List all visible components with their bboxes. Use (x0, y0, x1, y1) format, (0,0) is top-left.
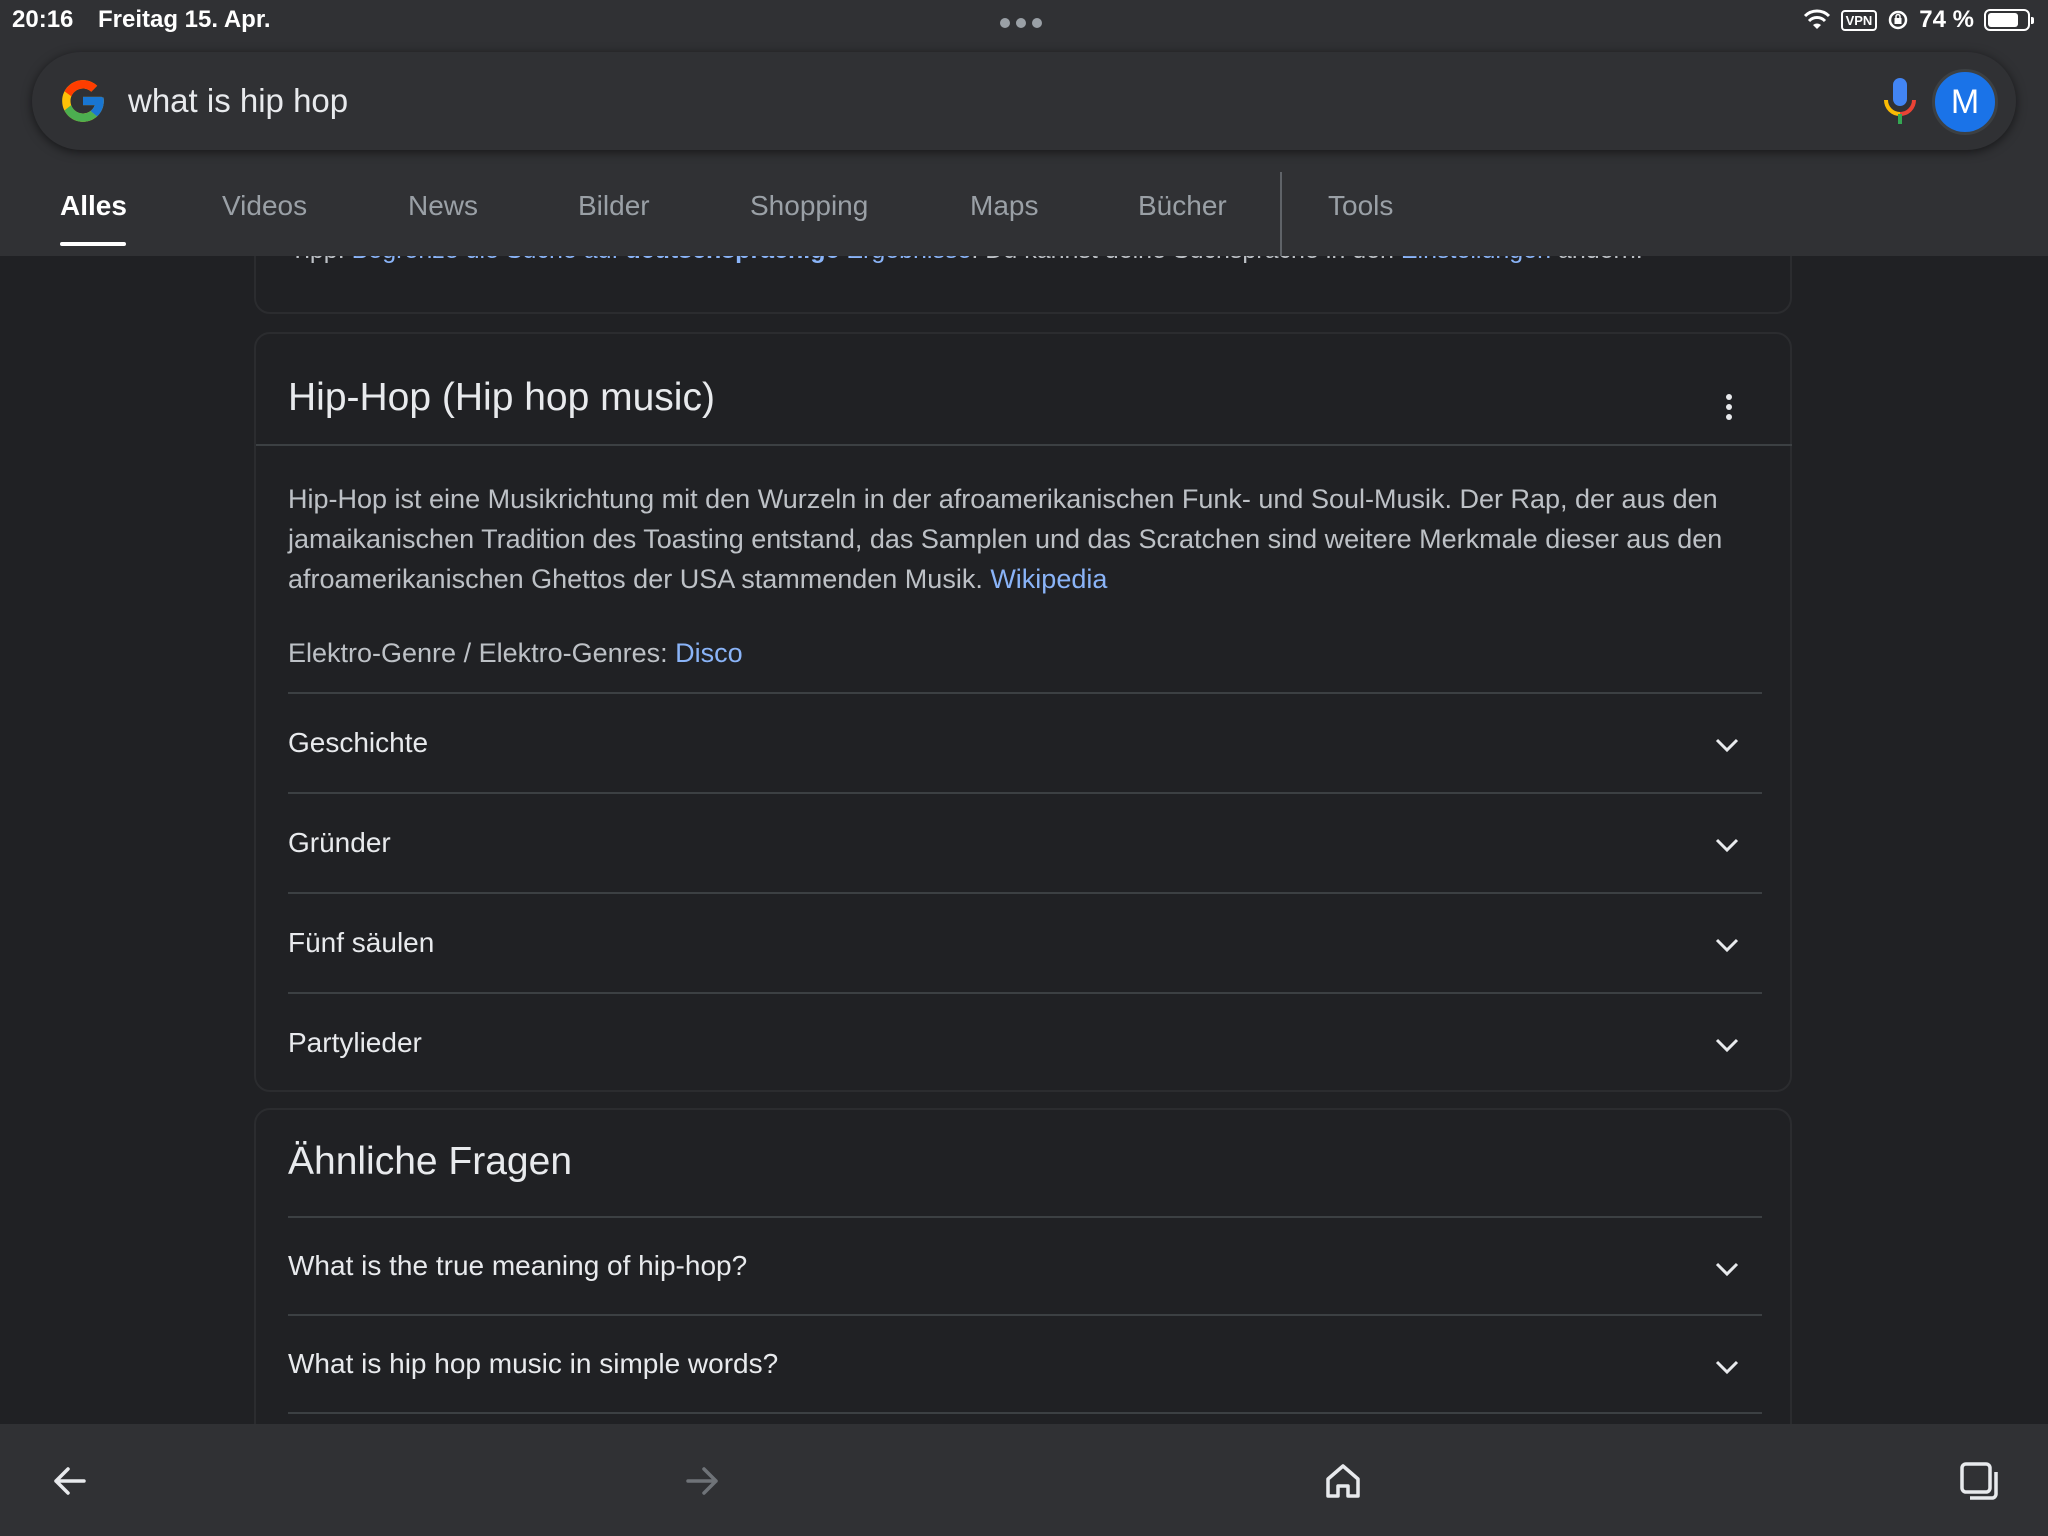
related-question-item[interactable]: What is the true meaning of hip-hop? (288, 1216, 1762, 1314)
tab-maps[interactable]: Maps (970, 190, 1038, 222)
status-time: 20:16 (12, 6, 74, 33)
section-label: Geschichte (288, 727, 429, 758)
related-question-item-partial[interactable] (288, 1412, 1762, 1424)
related-questions-title: Ähnliche Fragen (288, 1140, 573, 1183)
status-date: Freitag 15. Apr. (98, 6, 271, 33)
active-tab-indicator (60, 242, 126, 246)
section-label: Gründer (288, 827, 391, 858)
chevron-down-icon (1715, 1262, 1739, 1277)
chevron-down-icon (1715, 1038, 1739, 1053)
restrict-language-link[interactable]: Begrenze die Suche auf deutschsprachige … (352, 256, 972, 264)
section-fuenf-saeulen[interactable]: Fünf säulen (288, 892, 1762, 992)
search-tabs: Alles Videos News Bilder Shopping Maps B… (0, 172, 2048, 258)
question-label: What is the true meaning of hip-hop? (288, 1250, 748, 1281)
vpn-badge: VPN (1840, 9, 1878, 31)
tab-divider (1280, 172, 1282, 258)
tab-news[interactable]: News (408, 190, 478, 222)
microphone-icon[interactable] (1872, 72, 1928, 132)
language-tip: Tipp: Begrenze die Suche auf deutschspra… (290, 256, 1643, 265)
forward-arrow-icon[interactable] (682, 1460, 724, 1502)
search-bar[interactable]: what is hip hop M (32, 52, 2016, 150)
status-bar: 20:16 Freitag 15. Apr. VPN 74 % (0, 0, 2048, 42)
tabs-overview-icon[interactable] (1958, 1460, 2000, 1502)
tab-tools[interactable]: Tools (1328, 190, 1393, 222)
chevron-down-icon (1715, 838, 1739, 853)
section-geschichte[interactable]: Geschichte (288, 692, 1762, 792)
search-header: what is hip hop M Alles Videos News Bild… (0, 42, 2048, 258)
section-label: Fünf säulen (288, 927, 435, 958)
section-label: Partylieder (288, 1027, 422, 1058)
related-questions-card: Ähnliche Fragen What is the true meaning… (254, 1108, 1792, 1424)
browser-toolbar (0, 1424, 2048, 1536)
settings-link[interactable]: Einstellungen (1401, 256, 1551, 264)
rotation-lock-icon (1889, 10, 1908, 30)
back-arrow-icon[interactable] (48, 1460, 90, 1502)
status-indicators: VPN 74 % (1803, 6, 2034, 34)
account-avatar[interactable]: M (1932, 69, 1998, 135)
search-input[interactable]: what is hip hop (128, 82, 348, 120)
genre-info: Elektro-Genre / Elektro-Genres: Disco (288, 638, 743, 668)
chevron-down-icon (1715, 1360, 1739, 1375)
wifi-icon (1803, 9, 1830, 29)
home-icon[interactable] (1322, 1460, 1364, 1502)
language-tip-card: Tipp: Begrenze die Suche auf deutschspra… (254, 256, 1792, 314)
tab-bilder[interactable]: Bilder (578, 190, 650, 222)
section-partylieder[interactable]: Partylieder (288, 992, 1762, 1092)
related-question-item[interactable]: What is hip hop music in simple words? (288, 1314, 1762, 1412)
battery-percent: 74 % (1919, 6, 1974, 33)
genre-disco-link[interactable]: Disco (675, 638, 743, 668)
chevron-down-icon (1715, 738, 1739, 753)
tab-shopping[interactable]: Shopping (750, 190, 868, 222)
google-logo-icon[interactable] (58, 76, 108, 126)
results-area[interactable]: Tipp: Begrenze die Suche auf deutschspra… (0, 256, 2048, 1424)
divider (256, 444, 1792, 446)
tab-alles[interactable]: Alles (60, 190, 127, 222)
question-label: What is hip hop music in simple words? (288, 1348, 779, 1379)
multitasking-dots-icon[interactable] (1000, 18, 1042, 28)
chevron-down-icon (1715, 938, 1739, 953)
more-options-icon[interactable] (1726, 394, 1734, 424)
wikipedia-link[interactable]: Wikipedia (990, 564, 1107, 594)
knowledge-panel: Hip-Hop (Hip hop music) Hip-Hop ist eine… (254, 332, 1792, 1092)
knowledge-panel-title: Hip-Hop (Hip hop music) (288, 376, 715, 419)
knowledge-panel-description: Hip-Hop ist eine Musikrichtung mit den W… (288, 484, 1723, 594)
section-gruender[interactable]: Gründer (288, 792, 1762, 892)
tab-videos[interactable]: Videos (222, 190, 307, 222)
tab-buecher[interactable]: Bücher (1138, 190, 1227, 222)
battery-icon (1984, 9, 2034, 31)
